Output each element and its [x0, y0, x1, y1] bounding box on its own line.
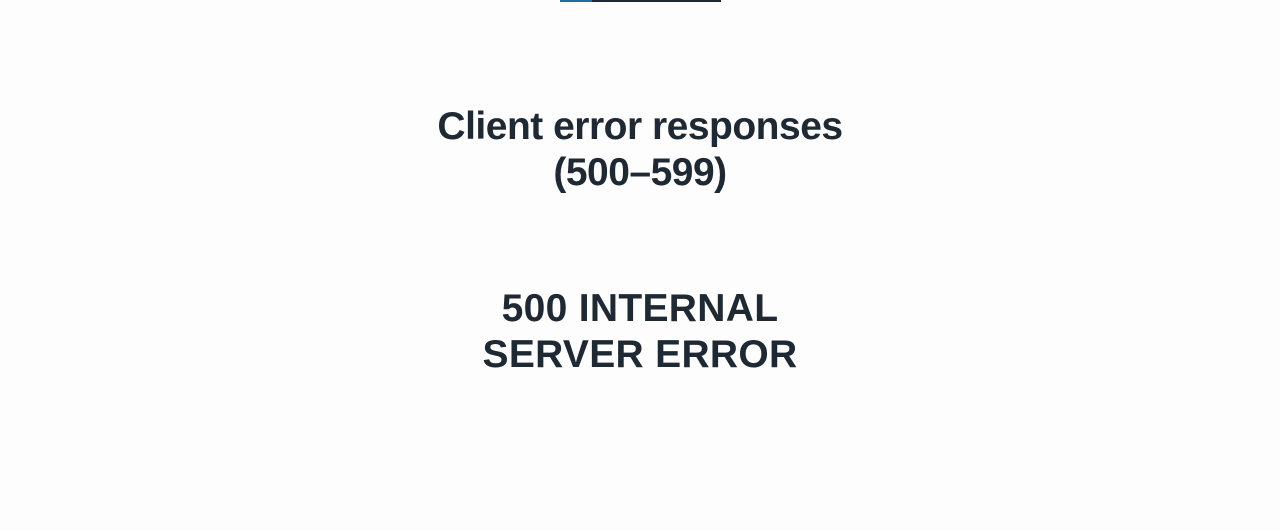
- status-code-line-2: SERVER ERROR: [482, 333, 798, 376]
- slide-title-line-2: (500–599): [553, 151, 727, 194]
- status-code-line-1: 500 INTERNAL: [501, 287, 779, 330]
- slide: Client error responses (500–599) 500 INT…: [0, 0, 1280, 531]
- slide-title-line-1: Client error responses: [437, 105, 843, 148]
- progress-bar-fill: [560, 0, 593, 2]
- slide-title: Client error responses (500–599): [0, 104, 1280, 196]
- progress-bar: [560, 0, 721, 2]
- status-code-text: 500 INTERNAL SERVER ERROR: [0, 286, 1280, 378]
